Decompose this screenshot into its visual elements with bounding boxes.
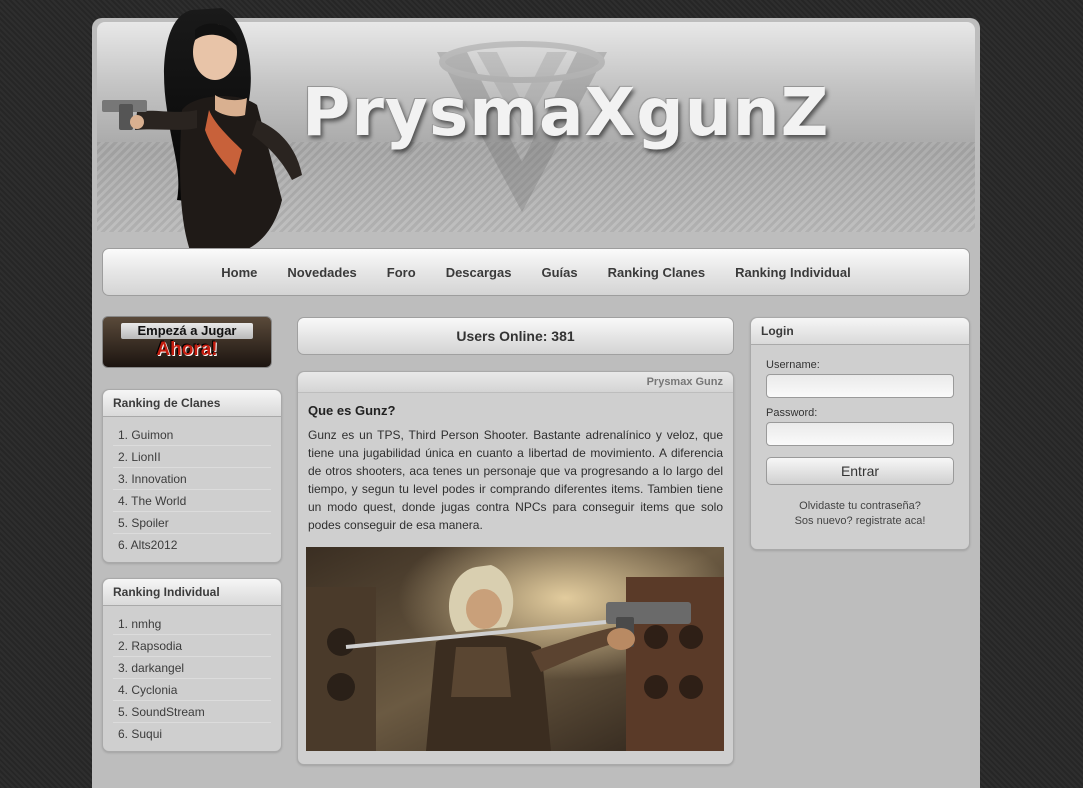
nav-ranking-individual[interactable]: Ranking Individual — [735, 265, 851, 280]
users-online-counter: Users Online: 381 — [297, 317, 734, 355]
nav-foro[interactable]: Foro — [387, 265, 416, 280]
login-submit-button[interactable]: Entrar — [766, 457, 954, 485]
clan-ranking-item[interactable]: 3. Innovation — [113, 469, 271, 490]
clan-ranking-item[interactable]: 2. LionII — [113, 447, 271, 468]
nav-novedades[interactable]: Novedades — [287, 265, 356, 280]
individual-ranking-list: 1. nmhg 2. Rapsodia 3. darkangel 4. Cycl… — [113, 614, 271, 744]
article-tag: Prysmax Gunz — [298, 372, 733, 393]
nav-ranking-clanes[interactable]: Ranking Clanes — [608, 265, 706, 280]
article-title: Que es Gunz? — [308, 403, 396, 418]
clan-ranking-item[interactable]: 6. Alts2012 — [113, 535, 271, 555]
article-body: Gunz es un TPS, Third Person Shooter. Ba… — [308, 428, 723, 532]
individual-ranking-item[interactable]: 3. darkangel — [113, 658, 271, 679]
article-panel: Prysmax Gunz Que es Gunz? Gunz es un TPS… — [297, 371, 734, 765]
password-label: Password: — [766, 407, 818, 419]
clan-ranking-title: Ranking de Clanes — [103, 390, 281, 417]
login-panel: Login Username: Password: Entrar Olvidas… — [750, 317, 970, 550]
clan-ranking-panel: Ranking de Clanes 1. Guimon 2. LionII 3.… — [102, 389, 282, 563]
username-input[interactable] — [766, 374, 954, 398]
individual-ranking-item[interactable]: 4. Cyclonia — [113, 680, 271, 701]
clan-ranking-item[interactable]: 4. The World — [113, 491, 271, 512]
individual-ranking-item[interactable]: 2. Rapsodia — [113, 636, 271, 657]
individual-ranking-item[interactable]: 6. Suqui — [113, 724, 271, 744]
clan-ranking-item[interactable]: 5. Spoiler — [113, 513, 271, 534]
individual-ranking-title: Ranking Individual — [103, 579, 281, 606]
nav-descargas[interactable]: Descargas — [446, 265, 512, 280]
forgot-password-link[interactable]: Olvidaste tu contraseña? — [751, 499, 969, 514]
mascot-character-image — [102, 8, 302, 256]
individual-ranking-item[interactable]: 5. SoundStream — [113, 702, 271, 723]
site-title: PrysmaXgunZ — [302, 74, 830, 151]
username-label: Username: — [766, 359, 820, 371]
article-character-image — [306, 547, 724, 751]
nav-home[interactable]: Home — [221, 265, 257, 280]
login-links: Olvidaste tu contraseña? Sos nuevo? regi… — [751, 499, 969, 529]
play-banner-line2: Ahora! — [156, 339, 218, 360]
nav-guias[interactable]: Guías — [541, 265, 577, 280]
page-container: PrysmaXgunZ Home Novedades Foro Descarga… — [92, 8, 980, 788]
individual-ranking-panel: Ranking Individual 1. nmhg 2. Rapsodia 3… — [102, 578, 282, 752]
individual-ranking-item[interactable]: 1. nmhg — [113, 614, 271, 635]
play-banner-line1: Empezá a Jugar — [121, 323, 253, 339]
clan-ranking-item[interactable]: 1. Guimon — [113, 425, 271, 446]
play-now-banner[interactable]: Empezá a Jugar Ahora! — [102, 316, 272, 368]
password-input[interactable] — [766, 422, 954, 446]
main-nav: Home Novedades Foro Descargas Guías Rank… — [102, 248, 970, 296]
register-link[interactable]: Sos nuevo? registrate aca! — [751, 514, 969, 529]
login-title: Login — [751, 318, 969, 345]
clan-ranking-list: 1. Guimon 2. LionII 3. Innovation 4. The… — [113, 425, 271, 555]
